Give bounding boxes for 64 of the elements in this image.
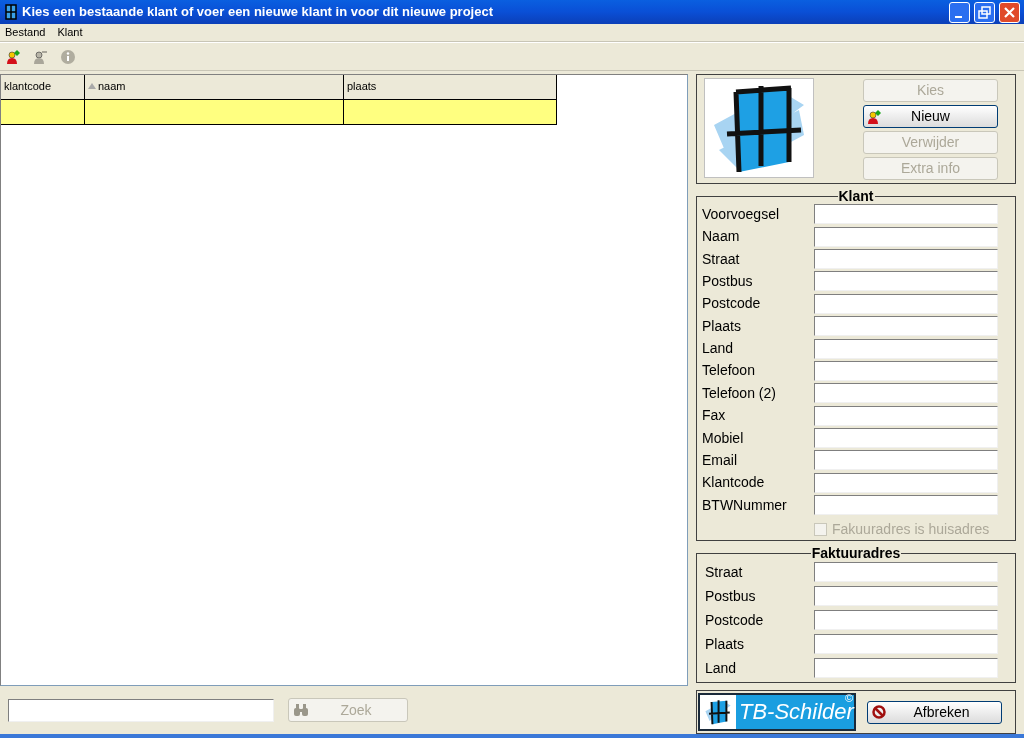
input-field[interactable]: [814, 271, 998, 292]
minimize-icon: [955, 15, 962, 18]
restore-icon: [978, 5, 991, 19]
table-cell[interactable]: [344, 100, 557, 126]
input-field[interactable]: [814, 383, 998, 404]
field-label: Postcode: [702, 294, 761, 314]
field-label: Fax: [702, 406, 726, 426]
table-cell[interactable]: [85, 100, 344, 126]
field-label: Postcode: [705, 610, 764, 630]
column-label: klantcode: [4, 79, 52, 95]
input-field[interactable]: [814, 428, 998, 448]
field-label: Plaats: [705, 634, 744, 654]
action-button[interactable]: Nieuw: [863, 105, 998, 129]
field-label: Land: [702, 339, 734, 359]
search-field[interactable]: [8, 698, 274, 722]
field-label: Mobiel: [702, 428, 744, 448]
add-person-icon[interactable]: [5, 47, 23, 66]
cancel-button[interactable]: Afbreken: [867, 700, 1002, 724]
window-title: Kies een bestaande klant of voer een nieuwe klant in voor dit nieuwe project: [22, 3, 494, 22]
input-field[interactable]: [814, 586, 998, 607]
field-label: Straat: [702, 249, 740, 269]
sort-arrow-icon: [88, 83, 96, 90]
field-label: Naam: [702, 227, 740, 247]
menu-item[interactable]: Bestand: [5, 24, 46, 41]
input-field[interactable]: [814, 472, 998, 493]
input-field[interactable]: [814, 226, 998, 247]
input-field[interactable]: [814, 562, 998, 583]
field-label: Plaats: [702, 316, 741, 336]
input-field[interactable]: [814, 293, 998, 314]
stop-icon: [872, 705, 886, 720]
field-label: Postbus: [702, 272, 753, 291]
column-label: plaats: [347, 79, 377, 95]
input-field[interactable]: [814, 204, 998, 225]
column-label: naam: [98, 79, 126, 95]
window-icon: [4, 4, 18, 21]
field-label: BTWNummer: [702, 495, 787, 515]
input-field[interactable]: [814, 634, 998, 655]
field-label: Voorvoegsel: [702, 204, 780, 224]
column-header[interactable]: plaats: [344, 75, 557, 101]
input-field[interactable]: [814, 338, 998, 359]
input-field[interactable]: [814, 495, 998, 516]
input-field[interactable]: [814, 610, 998, 631]
table-cell[interactable]: [1, 100, 85, 126]
input-field[interactable]: [814, 405, 998, 426]
close-button[interactable]: [999, 1, 1020, 23]
input-field[interactable]: [814, 316, 998, 337]
field-label: Straat: [705, 562, 743, 582]
field-label: Postbus: [705, 586, 756, 606]
field-label: Telefoon: [702, 361, 755, 381]
binoculars-icon: [293, 704, 309, 717]
input-field[interactable]: [814, 658, 998, 679]
field-label: Telefoon (2): [702, 383, 776, 403]
field-label: Email: [702, 450, 737, 470]
column-header[interactable]: klantcode: [1, 75, 85, 101]
input-field[interactable]: [814, 249, 998, 270]
field-label: Land: [705, 658, 737, 678]
maximize-button[interactable]: [974, 1, 995, 23]
column-header[interactable]: naam: [85, 75, 344, 101]
close-icon: [1003, 6, 1016, 18]
field-label: Klantcode: [702, 473, 765, 493]
input-field[interactable]: [814, 360, 998, 381]
menu-item[interactable]: Klant: [57, 24, 83, 41]
input-field[interactable]: [814, 450, 998, 471]
minimize-button[interactable]: [949, 1, 970, 23]
